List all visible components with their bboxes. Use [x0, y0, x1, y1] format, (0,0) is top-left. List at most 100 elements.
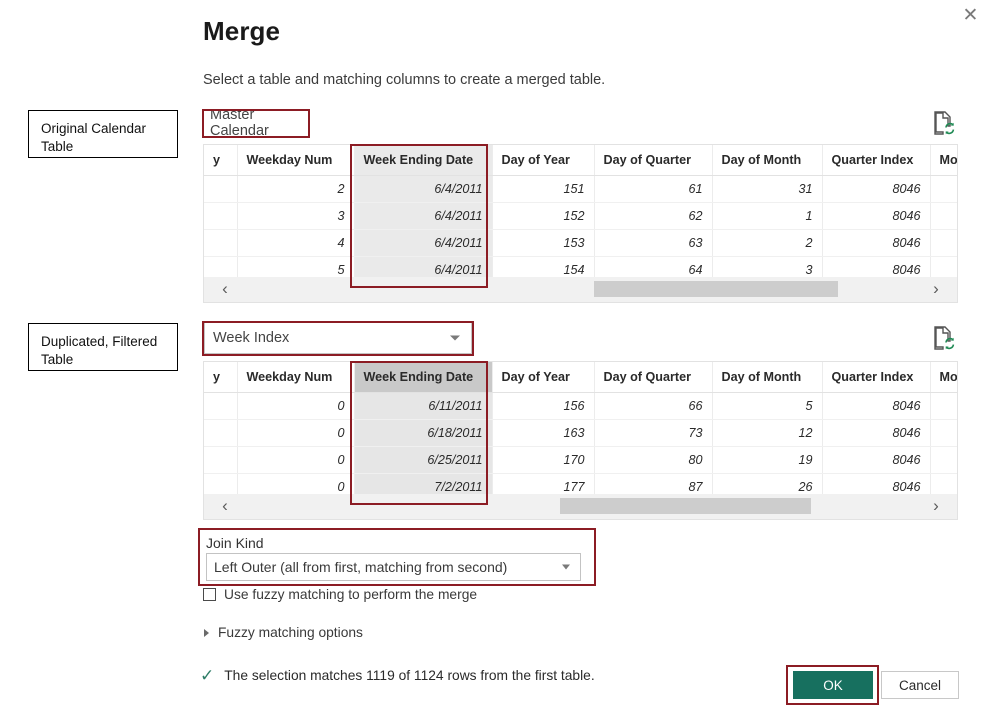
column-header[interactable]: Day of Month	[712, 362, 822, 392]
table-cell: 0	[237, 392, 354, 419]
table-row[interactable]: 36/4/20111526218046	[204, 202, 958, 229]
page-title: Merge	[203, 16, 280, 47]
table-cell: 12	[712, 419, 822, 446]
table-cell: 8046	[822, 392, 930, 419]
scroll-left-icon[interactable]: ‹	[208, 277, 242, 301]
table-cell: 2	[712, 229, 822, 256]
table-cell: 3	[237, 202, 354, 229]
scroll-left-icon[interactable]: ‹	[208, 494, 242, 518]
first-table-hscrollbar[interactable]: ‹ ›	[203, 277, 958, 303]
column-header[interactable]: Week Ending Date	[354, 362, 492, 392]
scroll-right-icon[interactable]: ›	[919, 494, 953, 518]
ok-button[interactable]: OK	[793, 671, 873, 699]
close-icon[interactable]: ✕	[952, 0, 989, 30]
chevron-down-icon	[450, 336, 460, 341]
table-cell: 156	[492, 392, 594, 419]
table-cell: 170	[492, 446, 594, 473]
table-cell: 6/4/2011	[354, 229, 492, 256]
column-header[interactable]: Quarter Index	[822, 362, 930, 392]
table-header-row: yWeekday NumWeek Ending DateDay of YearD…	[204, 145, 958, 175]
table-cell: 8046	[822, 419, 930, 446]
first-table-source-label[interactable]: Master Calendar	[204, 110, 308, 136]
table-row[interactable]: 06/18/201116373128046	[204, 419, 958, 446]
table-cell: 63	[594, 229, 712, 256]
table-cell	[204, 446, 237, 473]
scroll-right-icon[interactable]: ›	[919, 277, 953, 301]
column-header[interactable]: Weekday Num	[237, 145, 354, 175]
table-cell	[204, 175, 237, 202]
table-cell: 6/18/2011	[354, 419, 492, 446]
column-header[interactable]: y	[204, 145, 237, 175]
fuzzy-matching-checkbox[interactable]	[203, 588, 216, 601]
table-cell: 6/11/2011	[354, 392, 492, 419]
check-icon: ✓	[200, 667, 214, 684]
table-cell: 151	[492, 175, 594, 202]
table-cell: 1	[712, 202, 822, 229]
table-cell	[930, 446, 958, 473]
table-row[interactable]: 06/25/201117080198046	[204, 446, 958, 473]
scroll-thumb[interactable]	[594, 281, 838, 297]
table-cell: 5	[712, 392, 822, 419]
column-header[interactable]: Mon	[930, 145, 958, 175]
merge-dialog: ✕ Merge Select a table and matching colu…	[0, 0, 989, 720]
document-refresh-icon[interactable]	[932, 325, 956, 351]
table-cell: 80	[594, 446, 712, 473]
scroll-thumb[interactable]	[560, 498, 810, 514]
join-kind-label: Join Kind	[206, 535, 264, 551]
table-cell: 152	[492, 202, 594, 229]
column-header[interactable]: Week Ending Date	[354, 145, 492, 175]
column-header[interactable]: Day of Quarter	[594, 145, 712, 175]
table-cell: 2	[237, 175, 354, 202]
table-cell: 6/25/2011	[354, 446, 492, 473]
table-cell: 31	[712, 175, 822, 202]
table-cell	[204, 392, 237, 419]
table-cell: 19	[712, 446, 822, 473]
table-cell: 0	[237, 419, 354, 446]
fuzzy-matching-options-expander[interactable]: Fuzzy matching options	[204, 625, 363, 640]
table-cell: 6/4/2011	[354, 175, 492, 202]
table-cell	[204, 419, 237, 446]
status-row: ✓ The selection matches 1119 of 1124 row…	[200, 667, 595, 684]
table-cell: 8046	[822, 175, 930, 202]
column-header[interactable]: Day of Month	[712, 145, 822, 175]
table-cell	[930, 202, 958, 229]
chevron-down-icon	[562, 565, 570, 570]
table-cell	[204, 229, 237, 256]
table-cell: 0	[237, 446, 354, 473]
cancel-button[interactable]: Cancel	[881, 671, 959, 699]
table-cell: 8046	[822, 229, 930, 256]
column-header[interactable]: Weekday Num	[237, 362, 354, 392]
join-kind-dropdown[interactable]: Left Outer (all from first, matching fro…	[206, 553, 581, 581]
table-cell: 8046	[822, 202, 930, 229]
table-cell	[930, 392, 958, 419]
table-row[interactable]: 46/4/20111536328046	[204, 229, 958, 256]
fuzzy-matching-checkbox-row[interactable]: Use fuzzy matching to perform the merge	[203, 587, 477, 602]
dialog-subtitle: Select a table and matching columns to c…	[203, 72, 605, 88]
table-cell: 4	[237, 229, 354, 256]
table-cell	[930, 419, 958, 446]
column-header[interactable]: Mon	[930, 362, 958, 392]
table-header-row: yWeekday NumWeek Ending DateDay of YearD…	[204, 362, 958, 392]
column-header[interactable]: Day of Quarter	[594, 362, 712, 392]
annotation-duplicated-filtered-table: Duplicated, Filtered Table	[28, 323, 178, 371]
column-header[interactable]: y	[204, 362, 237, 392]
fuzzy-matching-options-label: Fuzzy matching options	[218, 625, 363, 640]
table-cell	[930, 229, 958, 256]
status-message: The selection matches 1119 of 1124 rows …	[224, 668, 594, 683]
fuzzy-matching-label: Use fuzzy matching to perform the merge	[224, 587, 477, 602]
table-cell: 62	[594, 202, 712, 229]
second-table-source-dropdown[interactable]: Week Index	[204, 322, 472, 354]
table-cell: 6/4/2011	[354, 202, 492, 229]
second-table-source-value: Week Index	[213, 330, 289, 346]
table-cell: 163	[492, 419, 594, 446]
column-header[interactable]: Day of Year	[492, 362, 594, 392]
table-cell: 153	[492, 229, 594, 256]
table-row[interactable]: 06/11/20111566658046	[204, 392, 958, 419]
column-header[interactable]: Quarter Index	[822, 145, 930, 175]
document-refresh-icon[interactable]	[932, 110, 956, 136]
table-cell	[204, 202, 237, 229]
column-header[interactable]: Day of Year	[492, 145, 594, 175]
chevron-right-icon	[204, 629, 209, 637]
second-table-hscrollbar[interactable]: ‹ ›	[203, 494, 958, 520]
table-row[interactable]: 26/4/201115161318046	[204, 175, 958, 202]
